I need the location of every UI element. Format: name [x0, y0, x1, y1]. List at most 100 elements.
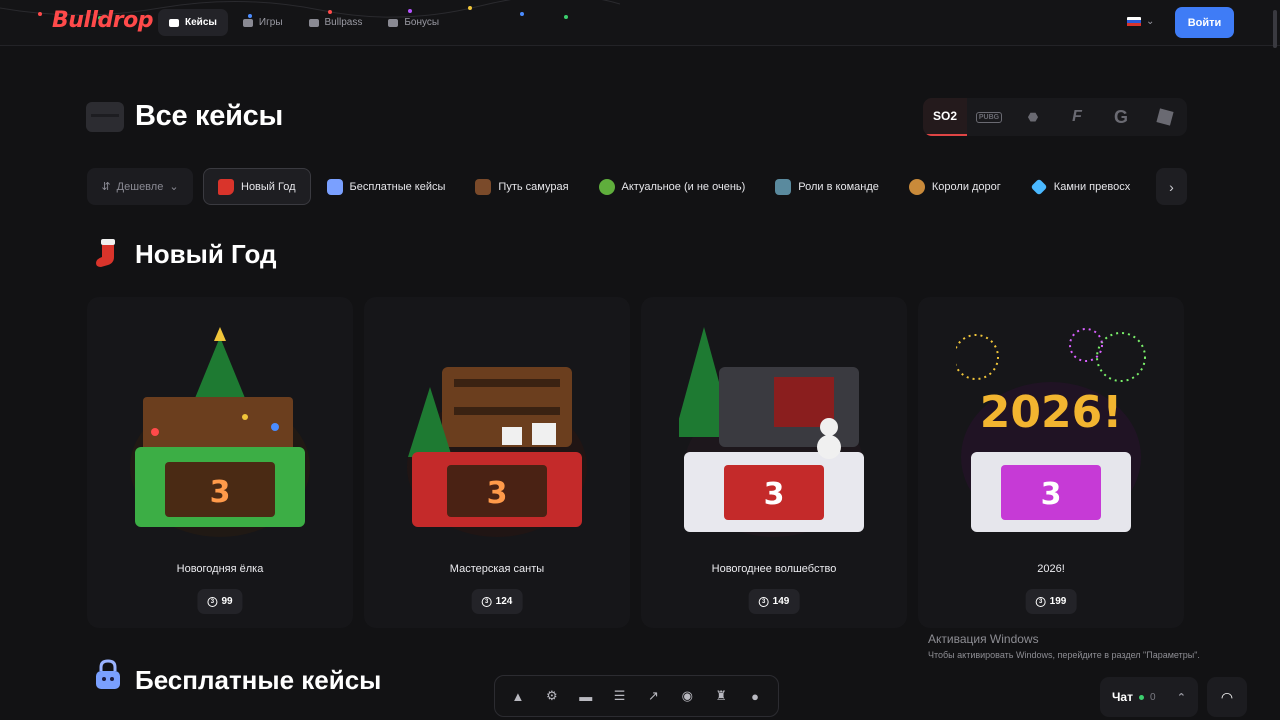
cases-icon	[86, 102, 124, 132]
category-new-year[interactable]: Новый Год	[203, 168, 311, 205]
nav-item-label: Кейсы	[185, 17, 217, 28]
language-selector[interactable]: ⌄	[1127, 16, 1154, 27]
puzzle-icon	[775, 178, 792, 195]
category-gems[interactable]: Камни превосх	[1017, 168, 1144, 205]
chevron-up-icon: ⌃	[1176, 691, 1186, 704]
category-road-kings[interactable]: Короли дорог	[895, 168, 1015, 205]
chat-button[interactable]: Чат 0 ⌃	[1100, 677, 1198, 717]
case-card-2026[interactable]: 2026! 3 2026! 3 199	[918, 297, 1184, 628]
game-tab-roblox[interactable]	[1143, 98, 1187, 136]
gift-icon	[388, 18, 399, 27]
price-tag: 3 99	[197, 589, 243, 614]
price-value: 124	[495, 596, 513, 607]
case-name: Новогодняя ёлка	[176, 563, 264, 575]
case-name: 2026!	[1037, 563, 1065, 575]
sort-label: Дешевле	[116, 180, 164, 193]
roblox-icon	[1156, 108, 1174, 126]
category-label: Короли дорог	[931, 180, 1001, 193]
price-tag: 3 124	[471, 589, 523, 614]
top-header: Bulldrop Кейсы Игры Bullpass Бонусы ⌄ Во…	[0, 0, 1280, 46]
coin-icon: 3	[1035, 596, 1046, 607]
coin-icon: 3	[481, 596, 492, 607]
section-title-free-cases: Бесплатные кейсы	[135, 665, 382, 695]
game-tab-freefire[interactable]: F	[1055, 98, 1099, 136]
lock-icon	[96, 659, 120, 689]
pubg-icon: PUBG	[975, 111, 1003, 123]
game-tab-pubg[interactable]: PUBG	[967, 98, 1011, 136]
sort-icon: ⇵	[101, 181, 111, 193]
game-switcher: SO2 PUBG ⬣ F G	[923, 98, 1187, 136]
chevron-down-icon: ⌄	[1146, 16, 1155, 27]
stocking-icon	[96, 239, 115, 267]
case-card-new-year-tree[interactable]: 3 Новогодняя ёлка 3 99	[87, 297, 353, 628]
case-name: Мастерская санты	[449, 563, 545, 575]
nav-item-bonuses[interactable]: Бонусы	[377, 9, 450, 36]
game-tab-standoff[interactable]: ⬣	[1011, 98, 1055, 136]
category-label: Камни превосх	[1053, 180, 1131, 193]
login-button[interactable]: Войти	[1175, 7, 1234, 38]
nav-item-label: Игры	[258, 17, 283, 28]
flag-ru-icon	[1127, 16, 1141, 27]
globe-icon[interactable]: ◉	[679, 688, 695, 704]
game-tab-g[interactable]: G	[1099, 98, 1143, 136]
nav-item-cases[interactable]: Кейсы	[158, 9, 228, 36]
windows-activation-subtitle: Чтобы активировать Windows, перейдите в …	[928, 650, 1200, 660]
chat-bubble-icon[interactable]: ▬	[578, 688, 594, 704]
category-label: Роли в команде	[798, 180, 879, 193]
sort-dropdown[interactable]: ⇵ Дешевле ⌄	[87, 168, 193, 205]
category-tabs: Новый Год Бесплатные кейсы Путь самурая …	[203, 168, 1158, 205]
category-actual[interactable]: Актуальное (и не очень)	[585, 168, 760, 205]
case-image-2026: 2026! 3	[956, 328, 1146, 532]
support-button[interactable]: ◠	[1207, 677, 1247, 717]
bottom-dock: ▲ ⚙ ▬ ☰ ↗ ◉ ♜ ●	[494, 675, 779, 717]
case-image-tree: 3	[130, 327, 310, 537]
svg-text:3: 3	[1041, 477, 1062, 512]
chevron-down-icon: ⌄	[169, 181, 179, 193]
svg-text:3: 3	[210, 475, 231, 510]
category-samurai[interactable]: Путь самурая	[461, 168, 582, 205]
category-label: Бесплатные кейсы	[349, 180, 446, 193]
price-tag: 3 149	[748, 589, 800, 614]
g-game-icon: G	[1113, 106, 1128, 127]
chat-online-count: 0	[1149, 691, 1156, 703]
price-tag: 3 199	[1025, 589, 1077, 614]
bulldrop-logo[interactable]: Bulldrop	[52, 8, 153, 33]
category-label: Путь самурая	[498, 180, 569, 193]
wheel-icon	[908, 178, 925, 195]
lock-icon	[326, 178, 343, 195]
online-indicator	[1138, 694, 1144, 700]
category-free-cases[interactable]: Бесплатные кейсы	[313, 168, 460, 205]
category-label: Новый Год	[241, 180, 296, 193]
svg-text:3: 3	[764, 477, 785, 512]
scroll-right-button[interactable]: ›	[1156, 168, 1187, 205]
case-image-workshop: 3	[407, 367, 587, 537]
case-card-new-year-magic[interactable]: 3 Новогоднее волшебство 3 149	[641, 297, 907, 628]
settings-icon[interactable]: ⚙	[544, 688, 560, 704]
case-name: Новогоднее волшебство	[711, 563, 837, 575]
section-title-new-year: Новый Год	[135, 239, 277, 269]
case-card-santa-workshop[interactable]: 3 Мастерская санты 3 124	[364, 297, 630, 628]
ticket-icon	[308, 18, 319, 27]
nav-item-bullpass[interactable]: Bullpass	[298, 9, 374, 36]
game-tab-so2[interactable]: SO2	[923, 98, 967, 136]
page-scrollbar[interactable]	[1273, 10, 1277, 48]
bomb-icon[interactable]: ●	[747, 688, 763, 704]
freefire-icon: F	[1072, 108, 1082, 125]
rook-icon[interactable]: ♜	[713, 688, 729, 704]
list-icon[interactable]: ☰	[612, 688, 628, 704]
main-nav: Кейсы Игры Bullpass Бонусы	[158, 9, 450, 36]
price-value: 199	[1049, 596, 1067, 607]
chart-icon[interactable]: ↗	[645, 688, 661, 704]
headset-icon: ◠	[1220, 688, 1234, 705]
coin-icon: 3	[207, 596, 218, 607]
stocking-icon	[218, 178, 234, 195]
navigation-icon[interactable]: ▲	[510, 688, 526, 704]
standoff-icon: ⬣	[1027, 110, 1039, 124]
price-value: 149	[772, 596, 790, 607]
svg-text:3: 3	[487, 476, 508, 511]
category-team-roles[interactable]: Роли в команде	[761, 168, 893, 205]
coin-icon: 3	[758, 596, 769, 607]
diamond-icon	[1030, 178, 1048, 195]
nav-item-games[interactable]: Игры	[232, 9, 294, 36]
case-image-magic: 3	[679, 327, 864, 537]
